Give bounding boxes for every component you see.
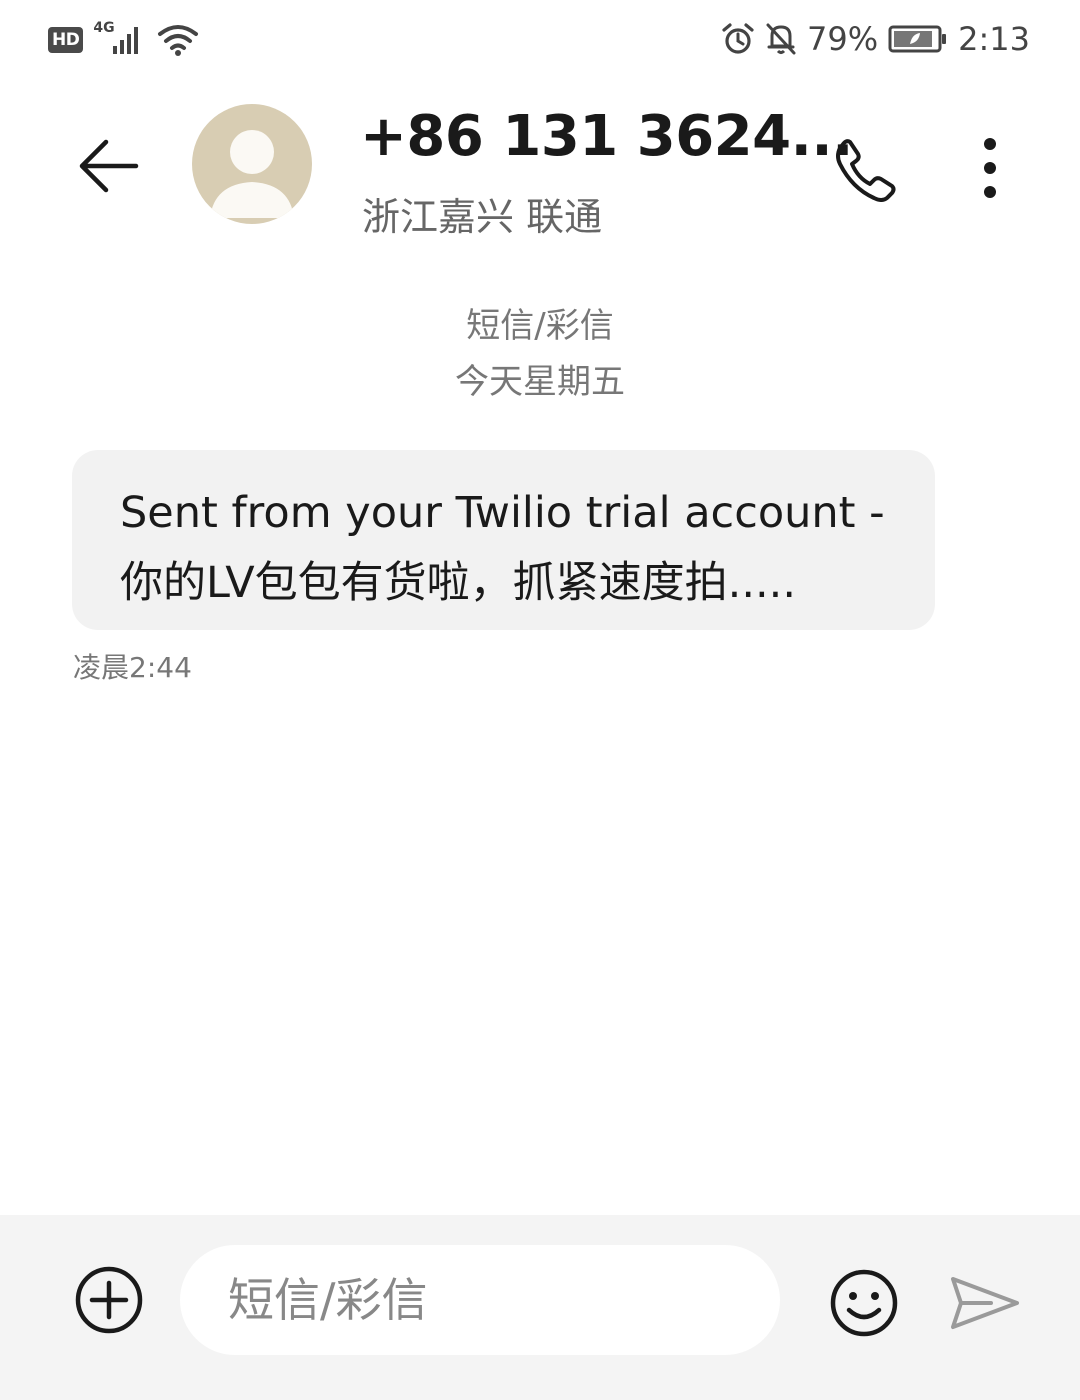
contact-name: +86 131 3624... [360, 104, 853, 169]
signal-icon [113, 27, 139, 54]
more-options-button[interactable] [960, 128, 1020, 208]
battery-icon [888, 25, 947, 53]
compose-bar: 短信/彩信 [0, 1215, 1080, 1400]
add-attachment-button[interactable] [72, 1263, 146, 1337]
message-text-line: Sent from your Twilio trial account - [120, 488, 885, 538]
send-button[interactable] [944, 1265, 1024, 1341]
back-arrow-icon [79, 139, 139, 193]
hd-badge: HD [48, 27, 84, 53]
clock: 2:13 [958, 20, 1030, 58]
cellular-signal: 4G [93, 20, 147, 58]
date-separator: 今天星期五 [455, 362, 625, 402]
contact-location: 浙江嘉兴 联通 [362, 195, 603, 239]
message-timestamp: 凌晨2:44 [73, 651, 192, 684]
emoji-icon [830, 1269, 898, 1337]
wifi-icon [158, 25, 199, 56]
battery-percent: 79% [807, 20, 879, 58]
avatar[interactable] [192, 104, 312, 224]
status-bar: HD 4G 79% 2:13 [0, 0, 1080, 80]
back-button[interactable] [70, 128, 146, 204]
emoji-button[interactable] [826, 1265, 902, 1341]
alarm-icon [722, 23, 754, 54]
status-right: 79% 2:13 [721, 20, 1030, 58]
mute-bell-icon [766, 23, 796, 55]
message-text-line: 你的LV包包有货啦，抓紧速度拍..... [120, 558, 796, 608]
more-vertical-icon [984, 138, 996, 198]
add-circle-icon [75, 1266, 143, 1334]
phone-icon [836, 139, 896, 202]
conversation-header: +86 131 3624... 浙江嘉兴 联通 [0, 90, 1080, 250]
message-input[interactable]: 短信/彩信 [180, 1245, 780, 1355]
call-button[interactable] [826, 130, 904, 208]
battery [888, 24, 948, 54]
send-icon [951, 1277, 1019, 1329]
message-type-label: 短信/彩信 [466, 306, 614, 346]
message-bubble[interactable]: Sent from your Twilio trial account - 你的… [72, 450, 935, 630]
avatar-person-icon [210, 130, 294, 218]
status-left: HD 4G [48, 20, 199, 58]
